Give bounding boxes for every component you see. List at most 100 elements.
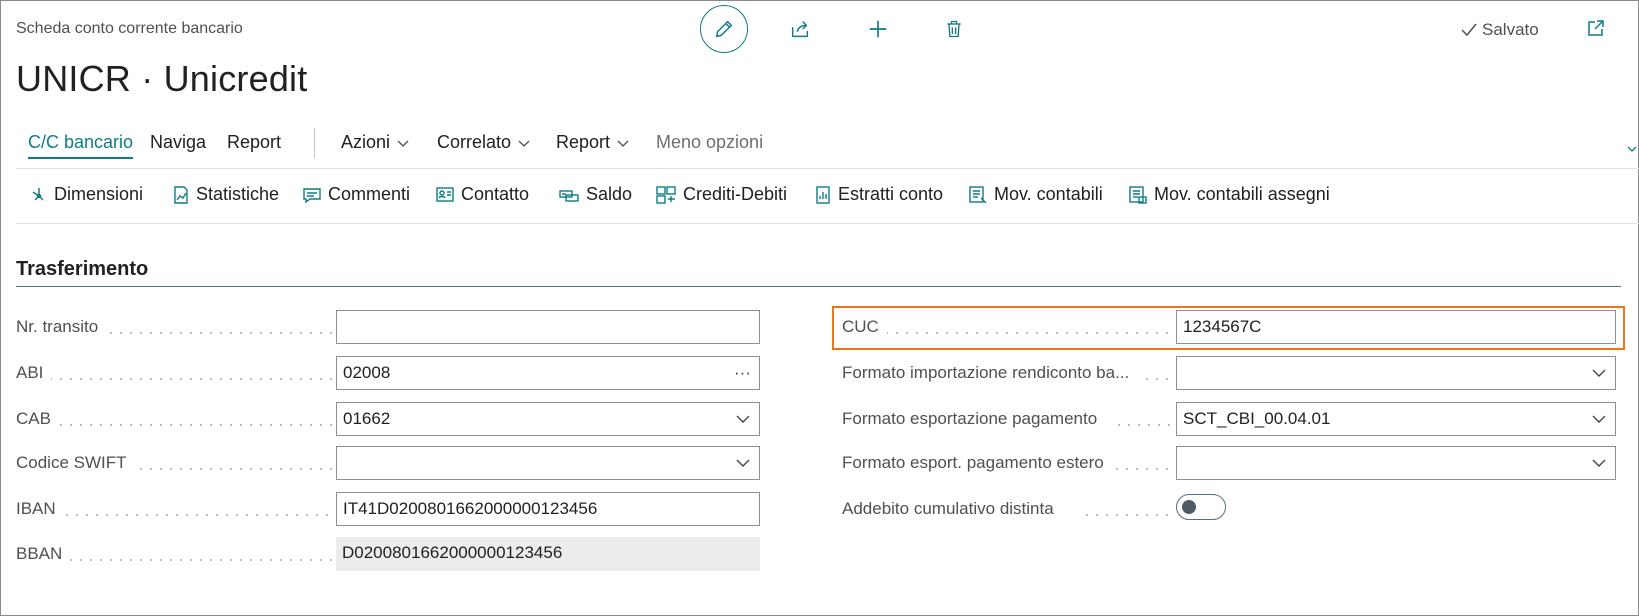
menu-label: Azioni: [341, 132, 391, 152]
page-caption: Scheda conto corrente bancario: [16, 20, 243, 37]
dot-leader: [56, 424, 344, 426]
new-button[interactable]: [854, 5, 902, 53]
share-button[interactable]: [776, 5, 824, 53]
ellipsis-icon[interactable]: ···: [734, 363, 751, 383]
menu-report[interactable]: Report: [556, 132, 630, 153]
field-value: SCT_CBI_00.04.01: [1183, 409, 1331, 428]
action-label: Mov. contabili: [994, 184, 1103, 204]
action-saldo[interactable]: Saldo: [558, 184, 632, 205]
tab-label: C/C bancario: [28, 132, 134, 152]
action-mov-contabili-assegni[interactable]: Mov. contabili assegni: [1128, 184, 1330, 205]
credits-debits-icon: [656, 185, 676, 204]
field-label: Codice SWIFT: [16, 453, 135, 473]
action-statistiche[interactable]: Statistiche: [172, 184, 279, 205]
menu-label: Report: [556, 132, 611, 152]
action-dimensioni[interactable]: Dimensioni: [30, 184, 143, 205]
action-label: Dimensioni: [54, 184, 144, 204]
dimensions-icon: [32, 187, 44, 201]
codice-swift-select[interactable]: [336, 446, 760, 480]
section-rule: [16, 286, 1621, 287]
field-row-formato-estero: Formato esport. pagamento estero: [842, 446, 1622, 480]
tab-label: Naviga: [150, 132, 207, 152]
formato-importazione-select[interactable]: [1176, 356, 1616, 390]
addebito-cumulativo-toggle[interactable]: [1176, 494, 1226, 520]
dot-leader: [882, 332, 1174, 334]
action-label: Crediti-Debiti: [683, 184, 788, 204]
less-options-button[interactable]: Meno opzioni: [656, 132, 763, 153]
check-ledger-entries-icon: [1129, 185, 1147, 204]
field-value: 02008: [343, 363, 391, 382]
statistics-icon: [174, 185, 188, 204]
action-label: Estratti conto: [838, 184, 944, 204]
chevron-down-icon: [736, 459, 750, 467]
iban-input[interactable]: IT41D0200801662000000123456: [336, 492, 760, 526]
nav-divider: [16, 168, 1639, 169]
share-icon: [791, 21, 809, 38]
action-label: Commenti: [328, 184, 411, 204]
collapse-chevron[interactable]: [1626, 140, 1638, 158]
chevron-down-icon: [617, 140, 629, 147]
field-value: 01662: [343, 409, 391, 428]
dot-leader: [46, 378, 344, 380]
field-label: BBAN: [16, 544, 71, 564]
chevron-down-icon: [518, 140, 530, 147]
dot-leader: [1082, 514, 1174, 516]
dot-leader: [126, 468, 344, 470]
balance-icon: [559, 189, 579, 202]
action-estratti-conto[interactable]: Estratti conto: [814, 184, 943, 205]
tab-cc-bancario[interactable]: C/C bancario: [28, 132, 134, 159]
menu-correlato[interactable]: Correlato: [437, 132, 531, 153]
menu-azioni[interactable]: Azioni: [341, 132, 410, 153]
action-crediti-debiti[interactable]: Crediti-Debiti: [655, 184, 787, 205]
plus-icon: [869, 20, 887, 38]
dot-leader: [1142, 378, 1174, 380]
cab-select[interactable]: 01662: [336, 402, 760, 436]
tab-naviga[interactable]: Naviga: [150, 132, 206, 153]
contact-icon: [436, 186, 454, 202]
toggle-knob: [1182, 500, 1196, 514]
action-label: Statistiche: [196, 184, 280, 204]
field-row-cab: CAB 01662: [16, 402, 776, 436]
comments-icon: [303, 187, 321, 203]
chevron-down-icon: [397, 140, 409, 147]
field-row-codice-swift: Codice SWIFT: [16, 446, 776, 480]
field-label: Formato importazione rendiconto ba...: [842, 363, 1138, 383]
cuc-input[interactable]: 1234567C: [1176, 310, 1616, 344]
edit-button[interactable]: [700, 5, 748, 53]
tab-report[interactable]: Report: [227, 132, 281, 153]
action-divider: [16, 223, 1639, 224]
field-label: Nr. transito: [16, 317, 107, 337]
chevron-down-icon: [1592, 415, 1606, 423]
chevron-down-icon: [1592, 459, 1606, 467]
field-row-formato-importazione: Formato importazione rendiconto ba...: [842, 356, 1622, 390]
tab-label: Report: [227, 132, 282, 152]
dot-leader: [1114, 424, 1174, 426]
nr-transito-input[interactable]: [336, 310, 760, 344]
check-icon: [1461, 23, 1477, 37]
abi-input[interactable]: 02008 ···: [336, 356, 760, 390]
action-contatto[interactable]: Contatto: [435, 184, 529, 205]
edit-icon: [715, 20, 733, 38]
menu-label: Correlato: [437, 132, 512, 152]
field-row-iban: IBAN IT41D0200801662000000123456: [16, 492, 776, 526]
formato-estero-select[interactable]: [1176, 446, 1616, 480]
menu-label: Meno opzioni: [656, 132, 764, 152]
field-label: IBAN: [16, 499, 64, 519]
dot-leader: [1112, 468, 1174, 470]
field-row-cuc: CUC 1234567C: [842, 310, 1622, 344]
field-row-addebito-cumulativo: Addebito cumulativo distinta: [842, 492, 1622, 526]
top-action-bar: [700, 5, 1000, 55]
page-title: UNICR · Unicredit: [16, 58, 308, 99]
chevron-down-icon: [736, 415, 750, 423]
delete-button[interactable]: [930, 5, 978, 53]
nav-separator: [314, 128, 315, 158]
saved-status: Salvato: [1460, 20, 1539, 40]
field-row-formato-esportazione: Formato esportazione pagamento SCT_CBI_0…: [842, 402, 1622, 436]
field-label: Addebito cumulativo distinta: [842, 499, 1062, 519]
action-label: Contatto: [461, 184, 530, 204]
formato-esportazione-select[interactable]: SCT_CBI_00.04.01: [1176, 402, 1616, 436]
action-mov-contabili[interactable]: Mov. contabili: [968, 184, 1103, 205]
popout-button[interactable]: [1586, 18, 1606, 43]
action-commenti[interactable]: Commenti: [302, 184, 410, 205]
dot-leader: [66, 559, 344, 561]
